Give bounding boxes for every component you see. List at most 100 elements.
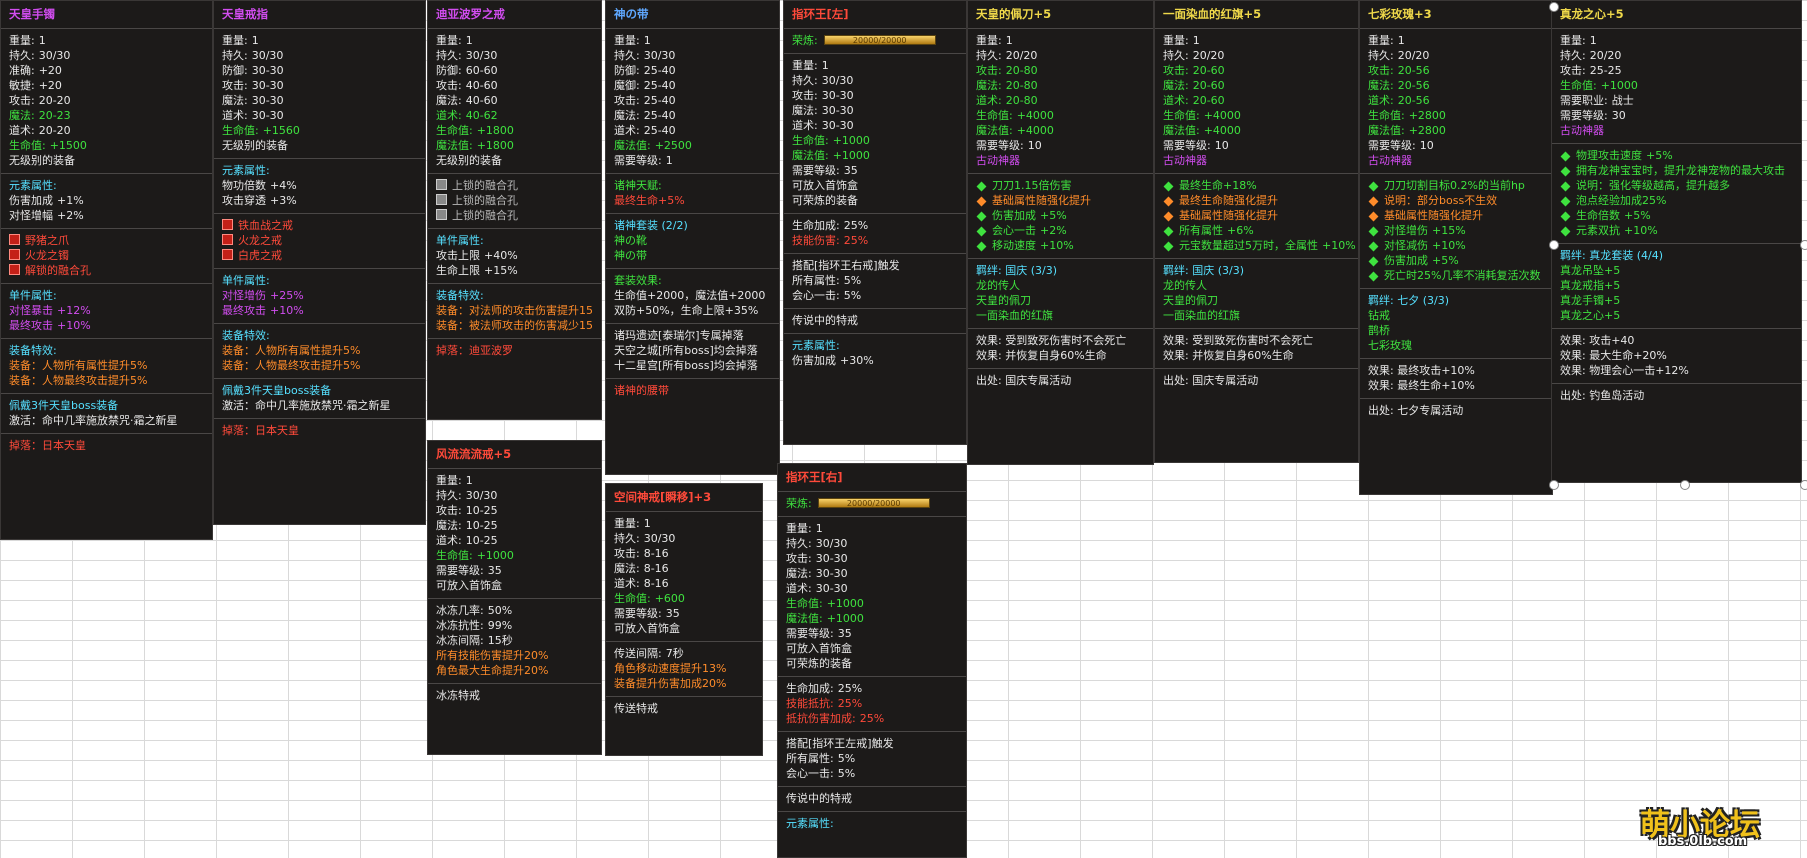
- attribute-diamond-icon: [1368, 271, 1379, 282]
- stat-line: 重量: 1: [976, 33, 1145, 48]
- stat-label: 掉落：日本天皇: [9, 439, 86, 452]
- selection-handle[interactable]: [1549, 2, 1559, 12]
- stat-label: 装备提升伤害加成20%: [614, 677, 727, 690]
- stat-label: 装备：人物最终攻击提升5%: [222, 359, 361, 372]
- stat-line: 元素属性:: [786, 816, 958, 831]
- tooltip-section: 野猪之爪 火龙之镯 解锁的融合孔: [1, 229, 212, 284]
- selection-handle[interactable]: [1549, 240, 1559, 250]
- socket-gem-icon: [9, 234, 20, 245]
- stat-line: 钻戒: [1368, 308, 1544, 323]
- item-tooltip-card: 一面染血的红旗+5 重量: 1 持久: 20/20 攻击: 20-60 魔法: 20-60 道术:…: [1154, 0, 1359, 463]
- stat-line: 持久: 30/30: [786, 536, 958, 551]
- socket-gem-icon: [222, 234, 233, 245]
- stat-line: 对怪增伤 +25%: [222, 288, 417, 303]
- stat-label: 出处: 七夕专属活动: [1368, 404, 1464, 417]
- stat-label: 对怪减伤: [1384, 239, 1428, 252]
- item-title: 天皇手镯: [1, 1, 212, 29]
- tooltip-section: 传说中的特戒: [784, 309, 966, 334]
- stat-value: 8-16: [643, 547, 669, 560]
- stat-label: 神の靴: [614, 234, 647, 247]
- stat-line: 攻击: 20-56: [1368, 63, 1544, 78]
- stat-label: 持久:: [436, 49, 462, 62]
- stat-label: 拥有龙神宝宝时，提升龙神宠物的最大攻击: [1576, 164, 1785, 177]
- stat-value: 35: [837, 627, 852, 640]
- stat-line: 诸神天赋:: [614, 178, 771, 193]
- stat-label: 羁绊: 国庆 (3/3): [1163, 264, 1244, 277]
- stat-line: 对怪暴击 +12%: [9, 303, 204, 318]
- stat-line: 会心一击: 5%: [792, 288, 958, 303]
- stat-line: 技能抵抗: 25%: [786, 696, 958, 711]
- stat-line: 上锁的融合孔: [436, 178, 593, 193]
- stat-label: 重量:: [436, 474, 462, 487]
- tooltip-section: 重量: 1 持久: 30/30 攻击: 30-30 魔法: 30-30 道术: 30-30 生命值:…: [778, 517, 966, 677]
- stat-label: 攻击上限: [436, 249, 480, 262]
- stat-line: 可荣炼的装备: [792, 193, 958, 208]
- stat-line: 重量: 1: [614, 516, 754, 531]
- stat-line: 魔法: 20-56: [1368, 78, 1544, 93]
- stat-value: 20/20: [1589, 49, 1622, 62]
- stat-value: +5%: [1432, 254, 1459, 267]
- stat-line: 冰冻特戒: [436, 688, 593, 703]
- stat-value: +1000: [832, 149, 870, 162]
- selection-handle[interactable]: [1800, 240, 1807, 250]
- stat-value: 30-30: [251, 64, 284, 77]
- stat-value: 25%: [837, 697, 863, 710]
- refine-progress-text: 20000/20000: [846, 499, 901, 508]
- selection-handle[interactable]: [1549, 480, 1559, 490]
- stat-label: 古动神器: [1560, 124, 1604, 137]
- stat-label: 双防+50%，生命上限+35%: [614, 304, 759, 317]
- attribute-diamond-icon: [1368, 256, 1379, 267]
- tooltip-section: 搭配[指环王左戒]触发 所有属性: 5% 会心一击: 5%: [778, 732, 966, 787]
- stat-line: 效果: 并恢复自身60%生命: [1163, 348, 1350, 363]
- stat-value: 30-30: [251, 109, 284, 122]
- stat-line: 对怪增幅 +2%: [9, 208, 204, 223]
- stat-value: 战士: [1611, 94, 1634, 107]
- stat-line: 真龙吊坠+5: [1560, 263, 1793, 278]
- stat-label: 攻击:: [792, 89, 818, 102]
- item-title: 迪亚波罗之戒: [428, 1, 601, 29]
- stat-line: 魔法: 20-60: [1163, 78, 1350, 93]
- stat-label: 对怪增伤: [222, 289, 266, 302]
- stat-line: 天空之城[所有boss]均会掉落: [614, 343, 771, 358]
- stat-line: 伤害加成 +5%: [1368, 253, 1544, 268]
- stat-line: 需要等级: 35: [792, 163, 958, 178]
- stat-label: 元素双抗: [1576, 224, 1620, 237]
- tooltip-section: 重量: 1 持久: 30/30 攻击: 30-30 魔法: 30-30 道术: 30-30 生命值:…: [784, 54, 966, 214]
- selection-handle[interactable]: [1800, 480, 1807, 490]
- item-title: 天皇的佩刀+5: [968, 1, 1153, 29]
- stat-line: 物功倍数 +4%: [222, 178, 417, 193]
- tooltip-section: 出处: 国庆专属活动: [1155, 369, 1358, 393]
- stat-value: 30-30: [815, 567, 848, 580]
- stat-line: 伤害加成 +30%: [792, 353, 958, 368]
- selection-handle[interactable]: [1680, 480, 1690, 490]
- stat-value: 30-30: [251, 79, 284, 92]
- stat-line: 激活：命中几率施放禁咒·霜之新星: [9, 413, 204, 428]
- stat-value: 20-20: [38, 94, 71, 107]
- stat-label: 魔法:: [436, 519, 462, 532]
- stat-line: 攻击: 30-30: [222, 78, 417, 93]
- stat-label: 说明：强化等级越高，提升越多: [1576, 179, 1730, 192]
- stat-line: 魔法值: +1000: [786, 611, 958, 626]
- stat-label: 道术:: [614, 577, 640, 590]
- stat-line: 道术: 25-40: [614, 123, 771, 138]
- item-title: 真龙之心+5: [1552, 1, 1801, 29]
- stat-label: 需要职业:: [1560, 94, 1608, 107]
- stat-label: 七彩玫瑰: [1368, 339, 1412, 352]
- stat-label: 传送特戒: [614, 702, 658, 715]
- stat-label: 羁绊: 真龙套装 (4/4): [1560, 249, 1663, 262]
- stat-value: 30-30: [815, 552, 848, 565]
- stat-label: 出处: 国庆专属活动: [976, 374, 1072, 387]
- tooltip-section: 重量: 1 持久: 20/20 攻击: 20-56 魔法: 20-56 道术: 20-56 生命值:…: [1360, 29, 1552, 174]
- tooltip-section: 元素属性:: [778, 812, 966, 836]
- stat-line: 装备特效:: [436, 288, 593, 303]
- stat-line: 生命值: +1000: [786, 596, 958, 611]
- item-title: 空间神戒[瞬移]+3: [606, 484, 762, 512]
- stat-line: 传送间隔: 7秒: [614, 646, 754, 661]
- tooltip-section: 佩戴3件天皇boss装备 激活：命中几率施放禁咒·霜之新星: [1, 394, 212, 434]
- stat-label: 需要等级:: [614, 607, 662, 620]
- locked-socket-icon: [436, 209, 447, 220]
- stat-label: 最终攻击: [9, 319, 53, 332]
- item-tooltip-card: 迪亚波罗之戒 重量: 1 持久: 30/30 防御: 60-60 攻击: 40-60 魔法: 40-…: [427, 0, 602, 420]
- stat-value: +30%: [840, 354, 874, 367]
- stat-label: 攻击:: [1560, 64, 1586, 77]
